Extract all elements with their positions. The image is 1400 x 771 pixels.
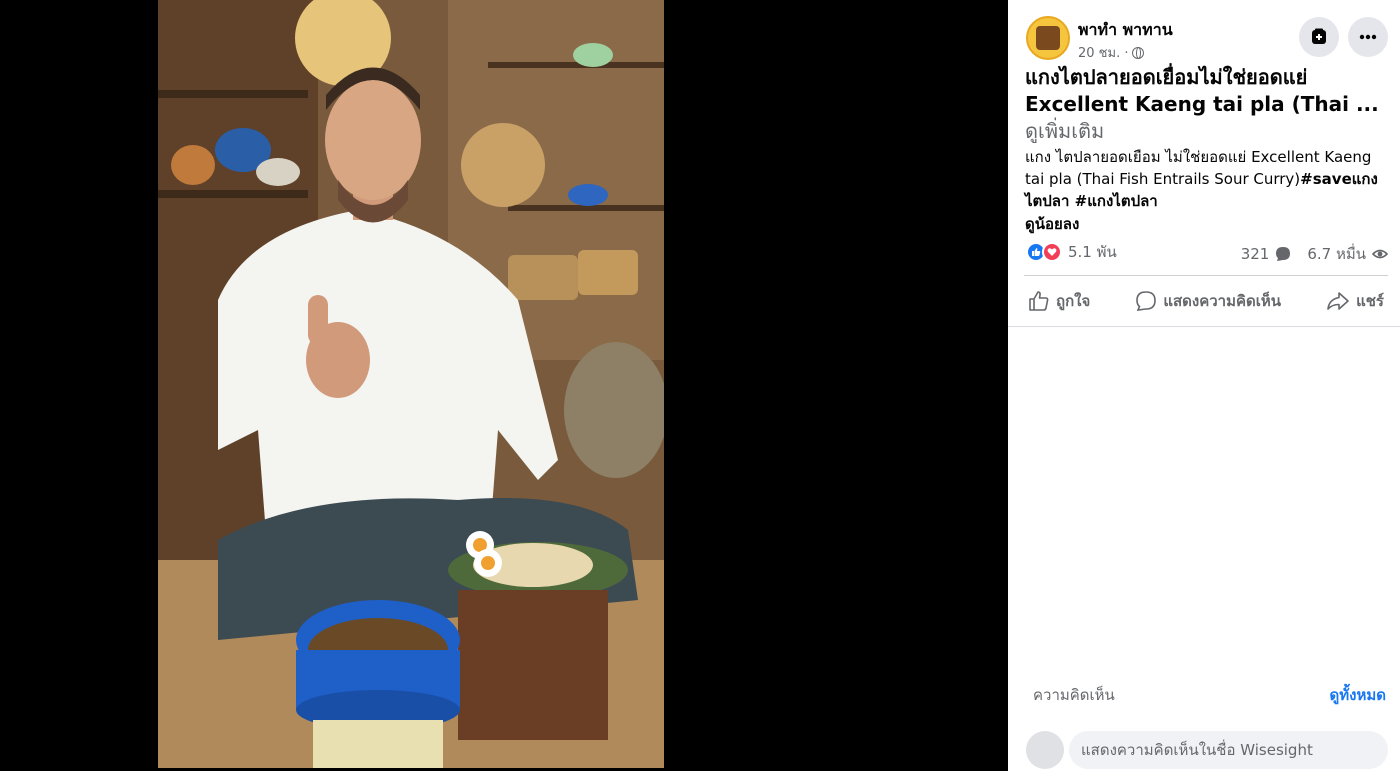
views-eye-icon (1372, 249, 1388, 259)
view-count: 6.7 หมื่น (1307, 245, 1366, 263)
page-avatar[interactable] (1026, 16, 1070, 60)
share-icon (1327, 292, 1349, 310)
comment-button[interactable]: แสดงความคิดเห็น (1135, 289, 1281, 313)
video-still-image (158, 0, 664, 768)
more-icon (1359, 34, 1377, 40)
page-name[interactable]: พาทำ พาทาน (1078, 18, 1173, 43)
see-less-link[interactable]: ดูน้อยลง (1025, 212, 1079, 236)
comment-icon (1136, 291, 1157, 311)
more-options-button[interactable] (1348, 17, 1388, 57)
post-title: แกงไตปลายอดเยื่อมไม่ใช่ยอดแย่ Excellent … (1025, 64, 1387, 145)
comment-label: แสดงความคิดเห็น (1163, 292, 1282, 310)
like-button[interactable]: ถูกใจ (1028, 289, 1090, 313)
like-label: ถูกใจ (1056, 292, 1091, 310)
post-meta: 20 ชม. · (1078, 42, 1145, 63)
save-icon (1312, 28, 1326, 44)
post-description: แกง ไตปลายอดเยือม ไม่ใช่ยอดแย่ Excellent… (1025, 146, 1387, 212)
share-label: แชร์ (1356, 292, 1384, 310)
love-reaction-icon (1042, 242, 1062, 262)
video-frame[interactable] (158, 0, 664, 768)
view-all-comments-link[interactable]: ดูทั้งหมด (1330, 683, 1386, 707)
divider (1024, 275, 1388, 276)
save-button[interactable] (1299, 17, 1339, 57)
section-divider (1008, 326, 1400, 327)
page-logo-icon (1036, 26, 1060, 50)
globe-icon (1132, 46, 1145, 59)
see-more-link[interactable]: ดูเพิ่มเติม (1025, 119, 1104, 143)
comments-label: ความคิดเห็น (1033, 686, 1115, 704)
reactions-summary[interactable]: 5.1 พัน (1026, 240, 1117, 264)
comment-count-icon (1276, 247, 1291, 261)
post-stats: 321 6.7 หมื่น (1241, 242, 1388, 266)
thumbs-up-icon (1029, 291, 1049, 311)
reaction-count: 5.1 พัน (1068, 243, 1117, 261)
user-avatar[interactable] (1026, 731, 1064, 769)
post-title-text: แกงไตปลายอดเยื่อมไม่ใช่ยอดแย่ Excellent … (1025, 65, 1379, 116)
share-button[interactable]: แชร์ (1326, 289, 1384, 313)
comment-count[interactable]: 321 (1241, 245, 1270, 263)
video-player[interactable] (0, 0, 1008, 771)
comment-input[interactable]: แสดงความคิดเห็นในชื่อ Wisesight (1069, 731, 1388, 769)
post-time[interactable]: 20 ชม. · (1078, 42, 1128, 63)
post-side-panel: พาทำ พาทาน 20 ชม. · แกงไตปลายอดเยื่อมไม่… (1008, 0, 1400, 771)
post-actions: ถูกใจ แสดงความคิดเห็น แชร์ (1024, 283, 1388, 319)
